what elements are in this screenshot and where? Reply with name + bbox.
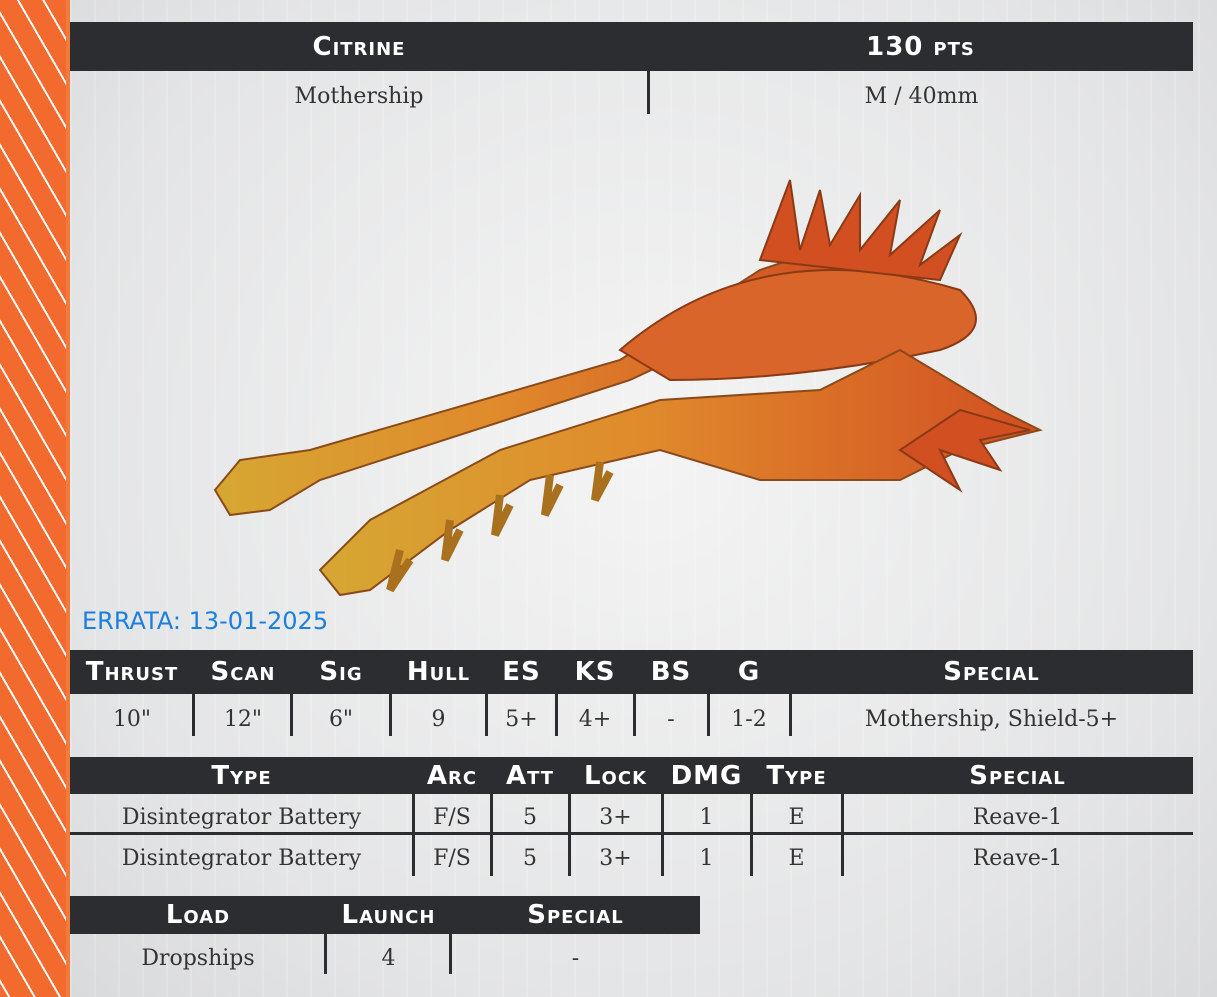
stat-special: Mothership, Shield-5+ bbox=[864, 706, 1119, 732]
stat-header-hull: Hull bbox=[406, 657, 471, 687]
title-bar: Citrine 130 pts bbox=[70, 22, 1193, 71]
launch-header-special: Special bbox=[527, 900, 624, 930]
stat-header-g: G bbox=[737, 657, 761, 687]
stat-header-special: Special bbox=[943, 657, 1040, 687]
weapon-header-special: Special bbox=[969, 760, 1066, 791]
stat-header-bs: BS bbox=[650, 657, 692, 687]
weapon-type: E bbox=[788, 804, 805, 830]
divider bbox=[707, 694, 710, 736]
ship-class: Mothership bbox=[294, 83, 424, 109]
weapon-name: Disintegrator Battery bbox=[121, 804, 362, 830]
stat-hull: 9 bbox=[431, 706, 446, 732]
weapon-att: 5 bbox=[523, 845, 537, 871]
divider bbox=[750, 794, 753, 876]
stat-header-thrust: Thrust bbox=[85, 657, 179, 687]
weapon-name: Disintegrator Battery bbox=[121, 845, 362, 871]
stat-header-scan: Scan bbox=[210, 657, 276, 687]
weapon-special: Reave-1 bbox=[972, 804, 1063, 830]
divider bbox=[633, 694, 636, 736]
weapon-header-type2: Type bbox=[766, 760, 827, 791]
launch-header-launch: Launch bbox=[341, 900, 436, 930]
divider bbox=[568, 794, 571, 876]
stat-header-sig: Sig bbox=[319, 657, 363, 687]
launch-load: Dropships bbox=[141, 945, 255, 971]
row-divider bbox=[70, 832, 1193, 835]
divider bbox=[841, 794, 844, 876]
divider bbox=[485, 694, 488, 736]
errata-date: ERRATA: 13-01-2025 bbox=[82, 607, 329, 635]
stat-scan: 12" bbox=[223, 706, 263, 732]
weapon-type: E bbox=[788, 845, 805, 871]
divider bbox=[324, 934, 327, 974]
launch-header: Load Launch Special bbox=[70, 896, 700, 934]
weapon-header-type: Type bbox=[211, 760, 272, 791]
weapon-lock: 3+ bbox=[599, 804, 632, 830]
launch-special: - bbox=[571, 945, 580, 971]
ship-illustration bbox=[213, 179, 1043, 597]
divider bbox=[449, 934, 452, 974]
ship-size: M / 40mm bbox=[864, 83, 979, 109]
divider bbox=[412, 794, 415, 876]
weapon-header-att: Att bbox=[505, 760, 555, 791]
stats-header: Thrust Scan Sig Hull ES KS BS G Special bbox=[70, 650, 1193, 694]
weapon-arc: F/S bbox=[433, 845, 471, 871]
stat-es: 5+ bbox=[505, 706, 538, 732]
weapon-lock: 3+ bbox=[599, 845, 632, 871]
stat-ks: 4+ bbox=[578, 706, 612, 732]
stat-header-ks: KS bbox=[574, 657, 616, 687]
stat-sig: 6" bbox=[328, 706, 354, 732]
weapon-dmg: 1 bbox=[699, 845, 714, 871]
stat-g: 1-2 bbox=[731, 706, 767, 732]
weapons-header: Type Arc Att Lock DMG Type Special bbox=[70, 757, 1193, 794]
stat-header-es: ES bbox=[502, 657, 541, 687]
weapon-dmg: 1 bbox=[699, 804, 714, 830]
divider bbox=[389, 694, 392, 736]
ship-points: 130 pts bbox=[866, 31, 975, 62]
weapon-header-lock: Lock bbox=[583, 760, 648, 791]
stat-thrust: 10" bbox=[112, 706, 152, 732]
divider bbox=[555, 694, 558, 736]
launch-header-load: Load bbox=[165, 900, 231, 930]
divider bbox=[490, 794, 493, 876]
ship-name: Citrine bbox=[312, 31, 406, 62]
weapon-header-arc: Arc bbox=[426, 760, 478, 791]
weapon-att: 5 bbox=[523, 804, 537, 830]
weapon-header-dmg: DMG bbox=[670, 760, 743, 791]
divider bbox=[290, 694, 293, 736]
divider bbox=[789, 694, 792, 736]
decorative-orange-stripe bbox=[0, 0, 70, 997]
weapon-special: Reave-1 bbox=[972, 845, 1063, 871]
divider bbox=[192, 694, 195, 736]
stat-bs: - bbox=[667, 706, 675, 732]
weapon-arc: F/S bbox=[433, 804, 471, 830]
divider bbox=[661, 794, 664, 876]
launch-count: 4 bbox=[381, 945, 396, 971]
